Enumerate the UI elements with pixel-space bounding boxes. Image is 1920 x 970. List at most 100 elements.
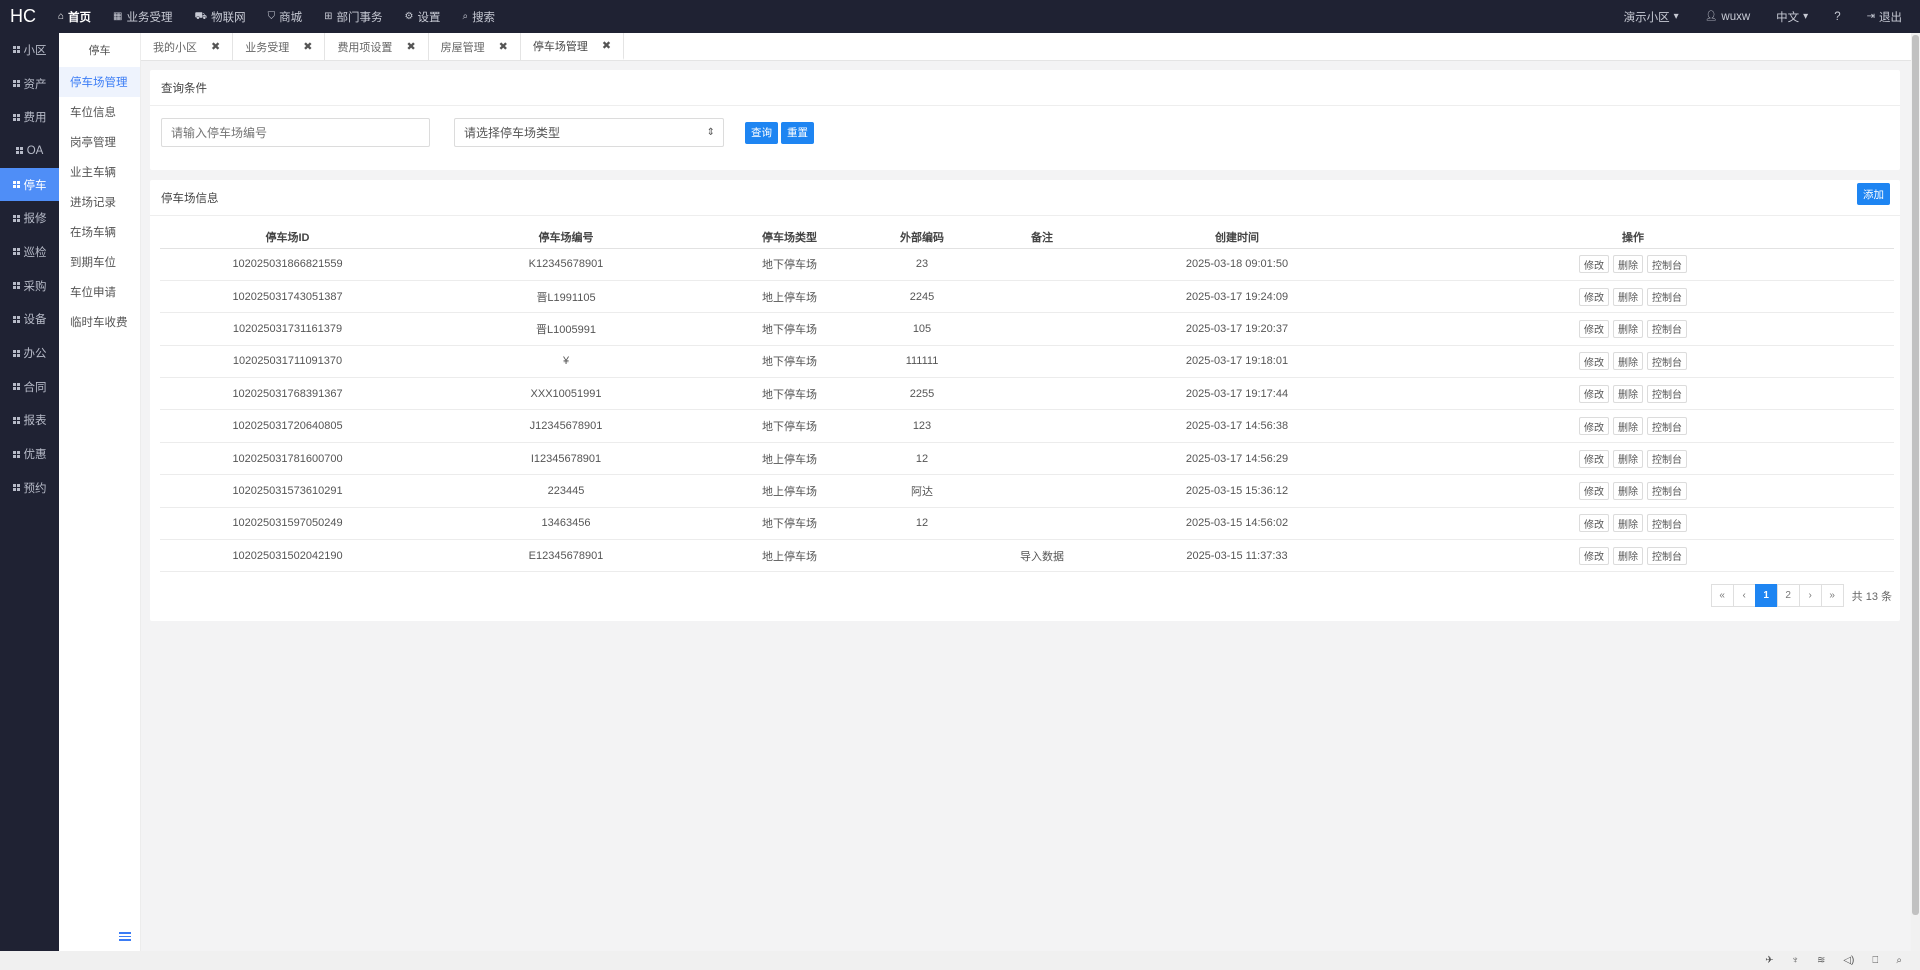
next-page-button[interactable]: › bbox=[1798, 584, 1822, 607]
community-switcher[interactable]: 演示小区 ▾ bbox=[1624, 9, 1679, 25]
console-button[interactable]: 控制台 bbox=[1647, 255, 1687, 274]
submenu-item-7[interactable]: 车位申请 bbox=[59, 277, 140, 307]
logout-button[interactable]: ⇥ 退出 bbox=[1867, 9, 1902, 25]
network-icon[interactable]: ≋ bbox=[1817, 955, 1825, 966]
edit-button[interactable]: 修改 bbox=[1579, 546, 1609, 565]
delete-button[interactable]: 删除 bbox=[1613, 481, 1643, 500]
close-icon[interactable]: ✖ bbox=[406, 40, 415, 53]
console-button[interactable]: 控制台 bbox=[1647, 352, 1687, 371]
rail-item-1[interactable]: 资产 bbox=[0, 67, 59, 101]
edit-button[interactable]: 修改 bbox=[1579, 514, 1609, 533]
edit-button[interactable]: 修改 bbox=[1579, 255, 1609, 274]
close-icon[interactable]: ✖ bbox=[303, 40, 312, 53]
console-button[interactable]: 控制台 bbox=[1647, 481, 1687, 500]
window-icon[interactable]: ⎕ bbox=[1872, 955, 1878, 966]
delete-button[interactable]: 删除 bbox=[1613, 319, 1643, 338]
rail-item-12[interactable]: 优惠 bbox=[0, 437, 59, 471]
scrollbar-thumb[interactable] bbox=[1912, 35, 1919, 915]
topnav-item-5[interactable]: ⚙ 设置 bbox=[404, 9, 440, 25]
submenu-item-4[interactable]: 进场记录 bbox=[59, 187, 140, 217]
console-button[interactable]: 控制台 bbox=[1647, 546, 1687, 565]
console-button[interactable]: 控制台 bbox=[1647, 384, 1687, 403]
console-button[interactable]: 控制台 bbox=[1647, 287, 1687, 306]
delete-button[interactable]: 删除 bbox=[1613, 417, 1643, 436]
device-icon[interactable]: ♆ bbox=[1791, 955, 1799, 966]
rail-item-2[interactable]: 费用 bbox=[0, 100, 59, 134]
submenu-item-5[interactable]: 在场车辆 bbox=[59, 217, 140, 247]
delete-button[interactable]: 删除 bbox=[1613, 546, 1643, 565]
edit-button[interactable]: 修改 bbox=[1579, 417, 1609, 436]
delete-button[interactable]: 删除 bbox=[1613, 514, 1643, 533]
tab-4[interactable]: 停车场管理 ✖ bbox=[520, 33, 625, 60]
close-icon[interactable]: ✖ bbox=[211, 40, 220, 53]
delete-button[interactable]: 删除 bbox=[1613, 287, 1643, 306]
reset-button[interactable]: 重置 bbox=[781, 121, 814, 144]
console-button[interactable]: 控制台 bbox=[1647, 319, 1687, 338]
submenu-item-1[interactable]: 车位信息 bbox=[59, 97, 140, 127]
parking-lot-number-input[interactable] bbox=[161, 118, 430, 147]
rail-item-0[interactable]: 小区 bbox=[0, 33, 59, 67]
collapse-menu-icon[interactable] bbox=[119, 932, 131, 941]
first-page-button[interactable]: « bbox=[1710, 584, 1734, 607]
edit-button[interactable]: 修改 bbox=[1579, 352, 1609, 371]
submenu-item-6[interactable]: 到期车位 bbox=[59, 247, 140, 277]
rail-item-7[interactable]: 采购 bbox=[0, 269, 59, 303]
rail-item-3[interactable]: OA bbox=[0, 134, 59, 168]
delete-button[interactable]: 删除 bbox=[1613, 384, 1643, 403]
topnav-item-1[interactable]: ▦ 业务受理 bbox=[113, 9, 172, 25]
tab-3[interactable]: 房屋管理 ✖ bbox=[429, 33, 521, 60]
edit-button[interactable]: 修改 bbox=[1579, 481, 1609, 500]
topnav-item-4[interactable]: ⊞ 部门事务 bbox=[324, 9, 382, 25]
topnav-item-3[interactable]: ⛉ 商城 bbox=[268, 9, 303, 25]
parking-lot-type-select[interactable]: 请选择停车场类型 ⇕ bbox=[454, 118, 724, 147]
table-row: 102025031731161379 晋L1005991 地下停车场 105 2025-… bbox=[160, 312, 1894, 346]
rail-item-6[interactable]: 巡检 bbox=[0, 235, 59, 269]
help-button[interactable]: ? bbox=[1834, 11, 1840, 23]
rail-item-10[interactable]: 合同 bbox=[0, 370, 59, 404]
rail-item-5[interactable]: 报修 bbox=[0, 201, 59, 235]
rail-item-11[interactable]: 报表 bbox=[0, 404, 59, 438]
cell-time: 2025-03-17 19:17:44 bbox=[1102, 377, 1372, 411]
last-page-button[interactable]: » bbox=[1820, 584, 1844, 607]
volume-icon[interactable]: ◁) bbox=[1843, 955, 1854, 966]
console-button[interactable]: 控制台 bbox=[1647, 417, 1687, 436]
rail-item-4[interactable]: 停车 bbox=[0, 167, 59, 202]
rail-item-8[interactable]: 设备 bbox=[0, 303, 59, 337]
delete-button[interactable]: 删除 bbox=[1613, 449, 1643, 468]
topnav-item-6[interactable]: ⌕ 搜索 bbox=[462, 9, 495, 25]
pen-icon[interactable]: ✈ bbox=[1765, 955, 1773, 966]
tab-1[interactable]: 业务受理 ✖ bbox=[233, 33, 326, 60]
console-button[interactable]: 控制台 bbox=[1647, 514, 1687, 533]
submenu-item-0[interactable]: 停车场管理 bbox=[59, 67, 140, 97]
rail-item-13[interactable]: 预约 bbox=[0, 471, 59, 505]
app-logo[interactable]: HC bbox=[0, 6, 48, 27]
language-switcher[interactable]: 中文 ▾ bbox=[1776, 9, 1808, 25]
close-icon[interactable]: ✖ bbox=[499, 40, 508, 53]
topnav-item-2[interactable]: ⛟ 物联网 bbox=[195, 9, 246, 25]
delete-button[interactable]: 删除 bbox=[1613, 255, 1643, 274]
prev-page-button[interactable]: ‹ bbox=[1732, 584, 1756, 607]
submenu-item-3[interactable]: 业主车辆 bbox=[59, 157, 140, 187]
tab-0[interactable]: 我的小区 ✖ bbox=[141, 33, 234, 60]
query-button[interactable]: 查询 bbox=[745, 121, 778, 144]
edit-button[interactable]: 修改 bbox=[1579, 449, 1609, 468]
tab-2[interactable]: 费用项设置 ✖ bbox=[325, 33, 429, 60]
console-button[interactable]: 控制台 bbox=[1647, 449, 1687, 468]
row-actions: 修改 删除 控制台 bbox=[1372, 514, 1894, 533]
edit-button[interactable]: 修改 bbox=[1579, 384, 1609, 403]
edit-button[interactable]: 修改 bbox=[1579, 319, 1609, 338]
submenu-item-8[interactable]: 临时车收费 bbox=[59, 307, 140, 337]
close-icon[interactable]: ✖ bbox=[602, 39, 611, 52]
submenu-item-2[interactable]: 岗亭管理 bbox=[59, 127, 140, 157]
page-2-button[interactable]: 2 bbox=[1776, 584, 1800, 607]
vertical-scrollbar[interactable] bbox=[1911, 33, 1920, 951]
search-icon[interactable]: ⌕ bbox=[1896, 955, 1902, 966]
add-button[interactable]: 添加 bbox=[1857, 183, 1890, 205]
page-1-button[interactable]: 1 bbox=[1754, 584, 1778, 607]
delete-button[interactable]: 删除 bbox=[1613, 352, 1643, 371]
user-menu[interactable]: 👤︎ wuxw bbox=[1705, 11, 1750, 23]
edit-button[interactable]: 修改 bbox=[1579, 287, 1609, 306]
topnav-item-0[interactable]: ⌂ 首页 bbox=[58, 9, 91, 25]
rail-item-9[interactable]: 办公 bbox=[0, 336, 59, 370]
rail-item-label: 报修 bbox=[23, 213, 47, 226]
